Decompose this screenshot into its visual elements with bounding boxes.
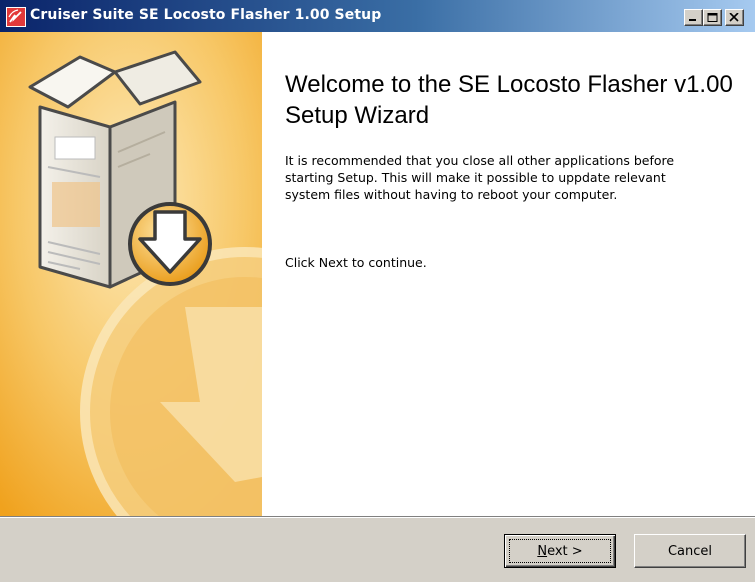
next-mnemonic: N bbox=[537, 543, 548, 559]
close-button[interactable] bbox=[725, 9, 744, 26]
next-label-rest: ext > bbox=[547, 543, 583, 559]
window-title: Cruiser Suite SE Locosto Flasher 1.00 Se… bbox=[30, 7, 382, 23]
maximize-button[interactable] bbox=[703, 9, 722, 26]
next-button[interactable]: Next > bbox=[504, 534, 616, 568]
maximize-icon bbox=[707, 13, 718, 22]
app-icon bbox=[6, 7, 26, 27]
wizard-content: Welcome to the SE Locosto Flasher v1.00 … bbox=[0, 32, 755, 516]
setup-window: Cruiser Suite SE Locosto Flasher 1.00 Se… bbox=[0, 0, 755, 582]
minimize-icon bbox=[689, 19, 696, 21]
cancel-button[interactable]: Cancel bbox=[634, 534, 746, 568]
download-arrow-icon bbox=[128, 202, 212, 286]
minimize-button[interactable] bbox=[684, 9, 703, 26]
next-button-label: Next > bbox=[537, 544, 582, 559]
wizard-intro-text: It is recommended that you close all oth… bbox=[285, 153, 675, 202]
wizard-continue-text: Click Next to continue. bbox=[285, 255, 427, 270]
cancel-button-label: Cancel bbox=[667, 543, 713, 559]
installer-banner bbox=[0, 32, 262, 516]
button-area-separator bbox=[0, 516, 755, 518]
close-icon bbox=[729, 13, 739, 22]
title-bar[interactable]: Cruiser Suite SE Locosto Flasher 1.00 Se… bbox=[0, 0, 755, 32]
wizard-heading: Welcome to the SE Locosto Flasher v1.00 … bbox=[285, 71, 733, 129]
